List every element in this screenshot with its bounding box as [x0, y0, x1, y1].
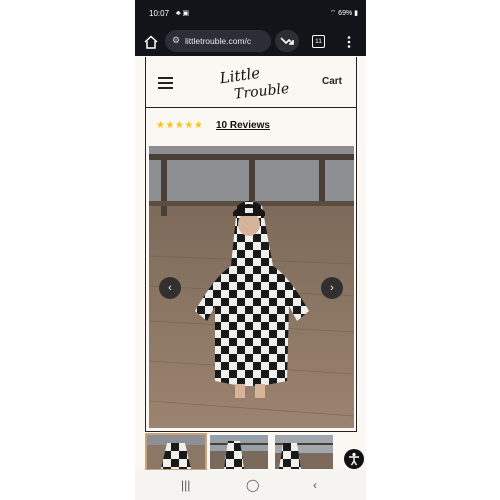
- thumbnail-strip: [145, 433, 366, 471]
- recents-icon[interactable]: |||: [181, 478, 190, 492]
- prev-image-button[interactable]: ‹: [159, 277, 181, 299]
- product-gallery: ‹ ›: [145, 143, 357, 432]
- accessibility-icon: [349, 452, 359, 466]
- site-logo[interactable]: Little Trouble: [214, 63, 292, 101]
- star-rating: ★★★★★: [156, 120, 204, 131]
- cart-link[interactable]: Cart: [322, 76, 342, 87]
- tabs-icon[interactable]: 11: [312, 35, 325, 48]
- address-bar[interactable]: ⚙ littletrouble.com/c: [165, 30, 271, 52]
- site-header: Little Trouble Cart: [145, 57, 357, 108]
- more-vert-icon[interactable]: [345, 34, 353, 50]
- back-icon[interactable]: ‹: [313, 478, 317, 492]
- thumbnail-3[interactable]: [275, 435, 333, 469]
- notification-icons: ♣ ▣: [176, 10, 190, 17]
- accessibility-button[interactable]: [344, 449, 364, 469]
- tune-icon[interactable]: ⚙: [172, 35, 180, 46]
- battery-icon: ▮: [354, 10, 358, 17]
- system-navigation-bar: ||| ◯ ‹: [135, 470, 366, 500]
- url-text[interactable]: littletrouble.com/c: [185, 36, 267, 46]
- trend-button[interactable]: [275, 30, 299, 52]
- home-icon[interactable]: [143, 34, 159, 50]
- browser-toolbar: ⚙ littletrouble.com/c 11: [135, 28, 366, 56]
- next-image-button[interactable]: ›: [321, 277, 343, 299]
- battery-level: 69%: [338, 10, 353, 17]
- home-circle-icon[interactable]: ◯: [246, 478, 259, 492]
- phone-screen: 10:07 ♣ ▣ ⌔ 69% ▮ ⚙ littletrouble.com/c …: [135, 0, 366, 500]
- status-bar: 10:07 ♣ ▣ ⌔ 69% ▮: [135, 0, 366, 28]
- hamburger-icon[interactable]: [158, 77, 173, 89]
- status-time: 10:07: [149, 9, 170, 18]
- system-icons: ⌔ 69% ▮: [330, 9, 358, 18]
- reviews-bar: ★★★★★ 10 Reviews: [145, 108, 357, 143]
- trend-icon: [280, 37, 294, 45]
- reviews-link[interactable]: 10 Reviews: [216, 120, 270, 131]
- wifi-icon: ⌔: [329, 10, 337, 17]
- thumbnail-1[interactable]: [145, 433, 207, 471]
- thumbnail-2[interactable]: [210, 435, 268, 469]
